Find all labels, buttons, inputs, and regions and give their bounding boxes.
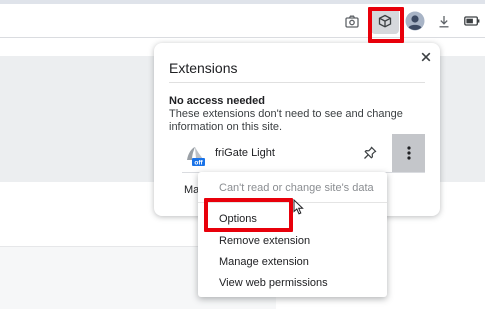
browser-toolbar — [0, 4, 485, 38]
menu-item-manage-extension[interactable]: Manage extension — [219, 256, 309, 268]
menu-item-site-access: Can't read or change site's data — [219, 182, 374, 194]
more-options-icon[interactable] — [392, 134, 425, 172]
manage-extensions-link[interactable]: Ma — [184, 184, 199, 196]
camera-icon[interactable] — [338, 8, 366, 34]
download-icon[interactable] — [430, 8, 458, 34]
menu-item-remove-extension[interactable]: Remove extension — [219, 235, 310, 247]
close-icon[interactable] — [418, 49, 434, 65]
section-heading: No access needed — [169, 95, 265, 107]
extensions-puzzle-icon[interactable] — [371, 8, 399, 34]
pin-icon[interactable] — [360, 143, 380, 163]
extension-name: friGate Light — [215, 147, 275, 159]
extension-badge: off — [194, 160, 203, 167]
battery-icon[interactable] — [458, 8, 485, 34]
popup-divider — [169, 82, 425, 83]
menu-item-view-web-permissions[interactable]: View web permissions — [219, 277, 328, 289]
profile-icon[interactable] — [401, 8, 429, 34]
extension-row[interactable]: off friGate Light — [154, 134, 440, 172]
extension-context-menu: Can't read or change site's data Options… — [198, 172, 387, 297]
menu-item-options[interactable]: Options — [219, 213, 257, 225]
section-description: These extensions don't need to see and c… — [169, 108, 403, 133]
popup-title: Extensions — [169, 60, 238, 76]
frigate-extension-icon: off — [184, 145, 206, 167]
mouse-cursor-icon — [293, 198, 305, 215]
